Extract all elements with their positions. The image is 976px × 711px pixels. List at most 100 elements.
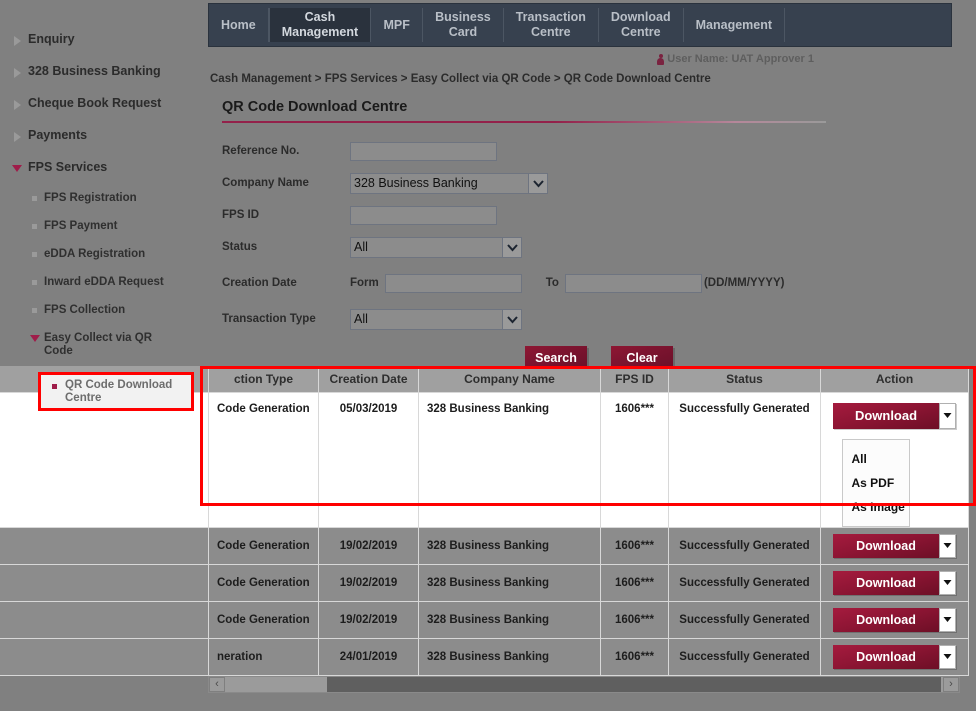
scrollbar-thumb[interactable] [327, 676, 941, 692]
company-name-label: Company Name [222, 177, 309, 189]
results-table: Reference No. ction Type Creation Date C… [0, 366, 969, 676]
sidebar-item-payments[interactable]: Payments [0, 128, 200, 142]
creation-date-from-input[interactable] [384, 273, 522, 293]
chevron-down-icon [30, 335, 40, 342]
download-button[interactable]: Download [833, 570, 956, 595]
cell-reference-no [0, 600, 209, 639]
cell-status: Successfully Generated [668, 600, 821, 639]
column-header-company-name[interactable]: Company Name [418, 366, 601, 393]
cell-company-name: 328 Business Banking [418, 526, 601, 565]
chevron-down-icon[interactable] [939, 533, 956, 558]
cell-transaction-type: neration [208, 637, 319, 676]
cell-reference-no [0, 391, 209, 528]
cell-creation-date: 19/02/2019 [318, 526, 419, 565]
cell-fps-id: 1606*** [600, 526, 669, 565]
cell-reference-no [0, 637, 209, 676]
download-menu-item-all[interactable]: All [843, 447, 909, 471]
sidebar-item-fps-collection[interactable]: FPS Collection [0, 304, 200, 317]
table-row: Code Generation 05/03/2019 328 Business … [0, 391, 969, 528]
sidebar-item-fps-payment[interactable]: FPS Payment [0, 220, 200, 233]
search-form: Reference No. Company Name 328 Business … [208, 140, 976, 370]
cell-status: Successfully Generated [668, 391, 821, 528]
scroll-right-button[interactable]: › [943, 676, 959, 692]
tab-download-centre[interactable]: Download Centre [599, 8, 684, 42]
bullet-icon [32, 308, 37, 313]
results-table-container: Reference No. ction Type Creation Date C… [0, 366, 976, 693]
cell-company-name: 328 Business Banking [418, 391, 601, 528]
scroll-left-button[interactable]: ‹ [209, 676, 225, 692]
column-header-fps-id[interactable]: FPS ID [600, 366, 669, 393]
sidebar-item-label: 328 Business Banking [28, 64, 161, 78]
cell-fps-id: 1606*** [600, 637, 669, 676]
form-row-company-name: Company Name 328 Business Banking [222, 172, 976, 194]
tab-mpf[interactable]: MPF [371, 8, 424, 42]
download-button[interactable]: Download [833, 607, 956, 632]
sidebar-item-label: Cheque Book Request [28, 96, 162, 110]
cell-transaction-type: Code Generation [208, 563, 319, 602]
tab-home[interactable]: Home [209, 8, 269, 42]
cell-action: Download All As PDF As Image [820, 391, 969, 528]
form-row-creation-date: Creation Date Form To (DD/MM/YYYY) [222, 272, 976, 294]
title-divider [222, 121, 826, 123]
sidebar-item-fps-registration[interactable]: FPS Registration [0, 192, 200, 205]
horizontal-scrollbar[interactable]: ‹ › [208, 675, 960, 693]
sidebar-item-qr-code-download-centre[interactable]: QR Code Download Centre [38, 372, 194, 411]
creation-date-to-label: To [545, 277, 559, 289]
app-window: Enquiry 328 Business Banking Cheque Book… [0, 0, 976, 711]
column-header-status[interactable]: Status [668, 366, 821, 393]
sidebar-item-328-business-banking[interactable]: 328 Business Banking [0, 64, 200, 78]
cell-action: Download [820, 526, 969, 565]
chevron-down-icon[interactable] [939, 402, 956, 429]
column-header-creation-date[interactable]: Creation Date [318, 366, 419, 393]
sidebar-item-enquiry[interactable]: Enquiry [0, 32, 200, 46]
column-header-transaction-type[interactable]: ction Type [208, 366, 319, 393]
sidebar-item-label: QR Code Download Centre [65, 378, 173, 404]
tab-bar-filler [785, 8, 951, 42]
date-format-hint: (DD/MM/YYYY) [703, 277, 785, 289]
download-menu-item-as-pdf[interactable]: As PDF [843, 471, 909, 495]
transaction-type-value: All [354, 312, 368, 326]
top-navigation-bar: Home Cash Management MPF Business Card T… [208, 3, 952, 47]
cell-company-name: 328 Business Banking [418, 637, 601, 676]
chevron-right-icon [14, 100, 21, 110]
reference-no-input[interactable] [350, 141, 497, 161]
user-info: User Name: UAT Approver 1 [208, 50, 976, 68]
sidebar-item-cheque-book-request[interactable]: Cheque Book Request [0, 96, 200, 110]
fps-id-label: FPS ID [222, 209, 260, 221]
transaction-type-select[interactable]: All [350, 308, 522, 330]
download-button[interactable]: Download [833, 402, 956, 429]
chevron-down-icon[interactable] [939, 607, 956, 632]
cell-action: Download [820, 637, 969, 676]
creation-date-to-input[interactable] [564, 273, 702, 293]
cell-status: Successfully Generated [668, 637, 821, 676]
company-name-select[interactable]: 328 Business Banking [350, 172, 548, 194]
table-row: Code Generation 19/02/2019 328 Business … [0, 563, 969, 602]
sidebar-item-edda-registration[interactable]: eDDA Registration [0, 248, 200, 261]
bullet-icon [32, 196, 37, 201]
sidebar-item-fps-services[interactable]: FPS Services [0, 160, 200, 174]
cell-reference-no [0, 563, 209, 602]
sidebar-item-label: FPS Payment [44, 220, 118, 232]
cell-creation-date: 19/02/2019 [318, 563, 419, 602]
scrollbar-track[interactable] [225, 676, 943, 692]
tab-transaction-centre[interactable]: Transaction Centre [504, 8, 599, 42]
download-button-label: Download [833, 570, 939, 595]
download-button[interactable]: Download [833, 533, 956, 558]
tab-business-card[interactable]: Business Card [423, 8, 504, 42]
download-menu-item-as-image[interactable]: As Image [843, 495, 909, 519]
form-row-status: Status All [222, 236, 976, 258]
download-button[interactable]: Download [833, 644, 956, 669]
status-select[interactable]: All [350, 236, 522, 258]
chevron-down-icon[interactable] [939, 644, 956, 669]
tab-cash-management[interactable]: Cash Management [268, 8, 372, 42]
tab-management[interactable]: Management [684, 8, 786, 42]
cell-transaction-type: Code Generation [208, 526, 319, 565]
download-button-label: Download [833, 607, 939, 632]
cell-fps-id: 1606*** [600, 391, 669, 528]
chevron-down-icon[interactable] [939, 570, 956, 595]
sidebar-item-easy-collect-via-qr-code[interactable]: Easy Collect via QR Code [0, 332, 200, 358]
column-header-action[interactable]: Action [820, 366, 969, 393]
sidebar-item-inward-edda-request[interactable]: Inward eDDA Request [0, 276, 200, 289]
chevron-down-icon [502, 237, 521, 257]
fps-id-input[interactable] [350, 205, 497, 225]
